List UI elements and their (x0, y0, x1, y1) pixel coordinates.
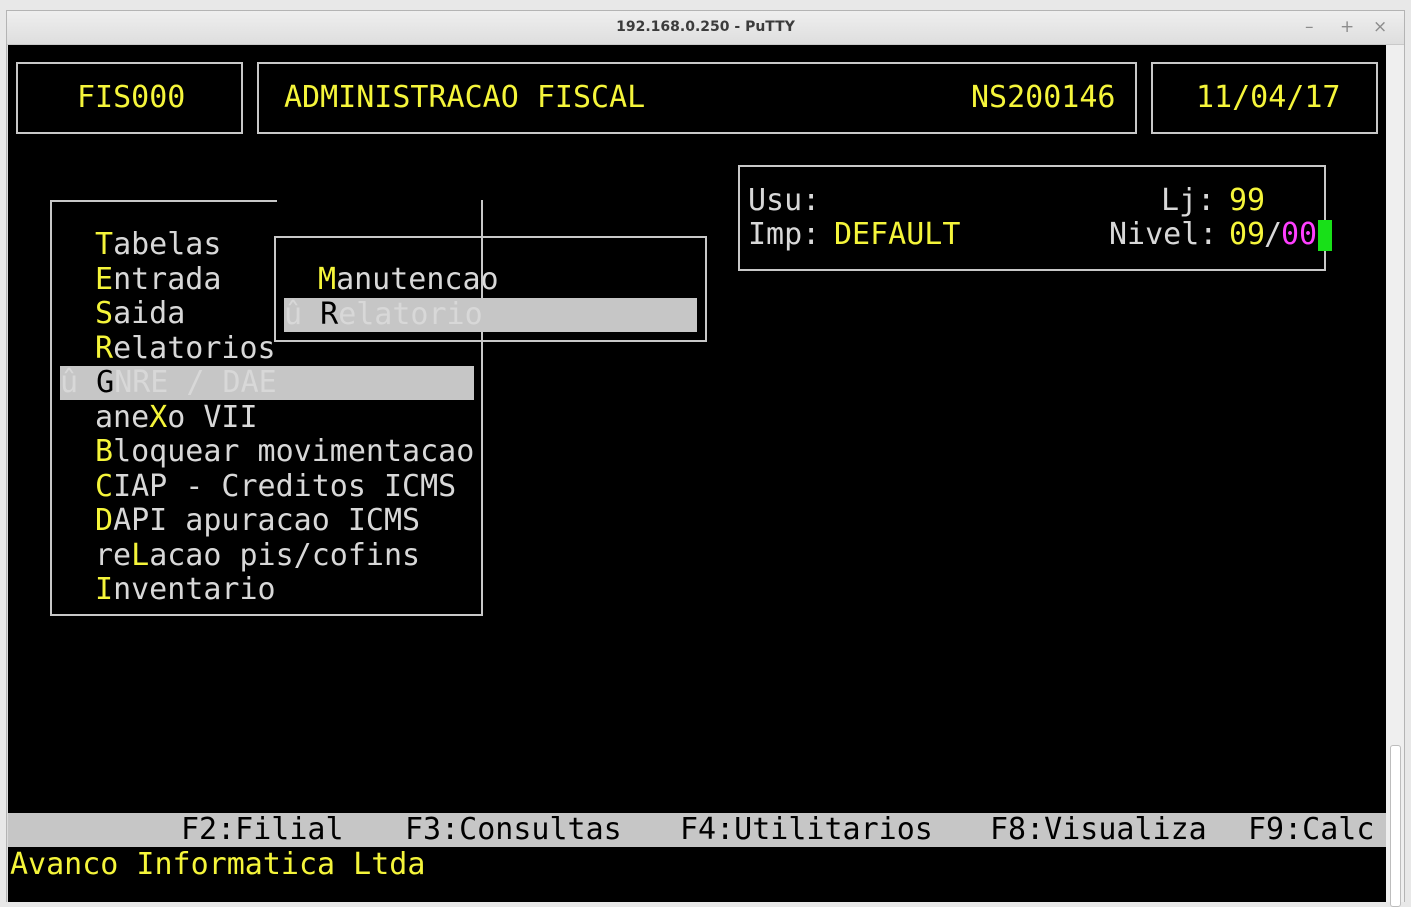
menu-hotkey: T (95, 227, 114, 262)
menu-label: API apuracao ICMS (113, 503, 421, 538)
imp-label: Imp: (748, 217, 821, 252)
menu-item[interactable]: û GNRE / DAE (60, 366, 474, 400)
f2-filial-key[interactable]: F2:Filial (181, 813, 344, 847)
program-code: FIS000 (77, 80, 186, 115)
imp-value: DEFAULT (834, 217, 961, 252)
menu-item[interactable]: DAPI apuracao ICMS (95, 504, 420, 538)
menu-label: NRE / DAE (114, 365, 277, 400)
menu-item[interactable]: aneXo VII (95, 399, 258, 435)
submenu-label: anutencao (336, 262, 499, 297)
nivel-sublevel: 00 (1281, 217, 1318, 252)
putty-window: 192.168.0.250 - PuTTY – + × FIS000 ADMIN… (6, 10, 1405, 907)
scrollbar[interactable] (1386, 45, 1404, 907)
selection-marker: û (284, 296, 303, 332)
menu-label: elatorios (113, 330, 276, 366)
menu-label: loquear movimentacao (113, 434, 475, 469)
menu-hotkey: L (131, 537, 150, 573)
menu-item[interactable]: CIAP - Creditos ICMS (95, 468, 457, 504)
lj-value: 99 (1229, 183, 1266, 218)
title-bar[interactable]: 192.168.0.250 - PuTTY – + × (7, 11, 1404, 45)
f8-visualiza-key[interactable]: F8:Visualiza (990, 813, 1207, 847)
station-id: NS200146 (971, 80, 1116, 115)
menu-item[interactable]: Bloquear movimentacao (95, 435, 474, 469)
menu-item[interactable]: Entrada (95, 261, 222, 297)
menu-item[interactable]: Inventario (95, 573, 276, 607)
menu-hotkey: I (95, 572, 114, 607)
menu-hotkey: B (95, 434, 114, 469)
menu-hotkey: X (149, 399, 168, 435)
f9-calc-key[interactable]: F9:Calc (1248, 813, 1374, 847)
submenu-label: elatorio (338, 296, 483, 332)
maximize-button[interactable]: + (1340, 17, 1354, 37)
company-name: Avanco Informatica Ltda (10, 847, 426, 882)
scrollbar-thumb[interactable] (1390, 745, 1401, 907)
submenu-hotkey: M (318, 262, 337, 297)
submenu-item[interactable]: Manutencao (318, 263, 499, 297)
menu-hotkey: G (96, 365, 115, 400)
menu-item[interactable]: Relatorios (95, 330, 276, 366)
menu-label: o VII (167, 399, 258, 435)
nivel-separator: / (1264, 217, 1283, 252)
menu-label: acao pis/cofins (149, 537, 421, 573)
window-title: 192.168.0.250 - PuTTY (616, 19, 795, 35)
f4-utilitarios-key[interactable]: F4:Utilitarios (680, 813, 933, 847)
menu-item[interactable]: Tabelas (95, 228, 221, 262)
menu-label: ntrada (113, 261, 222, 297)
usu-label: Usu: (748, 183, 821, 218)
menu-label: aida (113, 296, 186, 331)
menu-label: nventario (113, 572, 276, 607)
menu-label: abelas (113, 227, 222, 262)
menu-item[interactable]: Saida (95, 297, 185, 331)
menu-label: IAP - Creditos ICMS (113, 468, 457, 504)
menu-label-prefix: ane (95, 399, 150, 435)
selection-marker: û (60, 365, 79, 400)
date: 11/04/17 (1196, 80, 1341, 115)
minimize-button[interactable]: – (1305, 17, 1314, 37)
nivel-level: 09 (1229, 217, 1266, 252)
lj-label: Lj: (1161, 183, 1216, 218)
menu-hotkey: C (95, 468, 114, 504)
terminal-screen[interactable]: FIS000 ADMINISTRACAO FISCAL NS200146 11/… (8, 45, 1387, 902)
menu-border-top (50, 200, 277, 202)
menu-hotkey: D (95, 503, 114, 538)
f3-consultas-key[interactable]: F3:Consultas (405, 813, 622, 847)
function-key-bar: F2:Filial F3:Consultas F4:Utilitarios F8… (8, 813, 1387, 847)
menu-border-corner (481, 200, 483, 216)
submenu-hotkey: R (320, 296, 339, 332)
nivel-label: Nivel: (1109, 217, 1218, 252)
menu-hotkey: R (95, 330, 114, 366)
menu-label-prefix: re (95, 537, 132, 573)
menu-hotkey: S (95, 296, 114, 331)
menu-hotkey: E (95, 261, 114, 297)
submenu-item[interactable]: û Relatorio (284, 296, 697, 332)
close-button[interactable]: × (1373, 17, 1387, 37)
text-cursor (1318, 220, 1332, 251)
module-title: ADMINISTRACAO FISCAL (284, 80, 646, 115)
menu-item[interactable]: reLacao pis/cofins (95, 537, 421, 573)
